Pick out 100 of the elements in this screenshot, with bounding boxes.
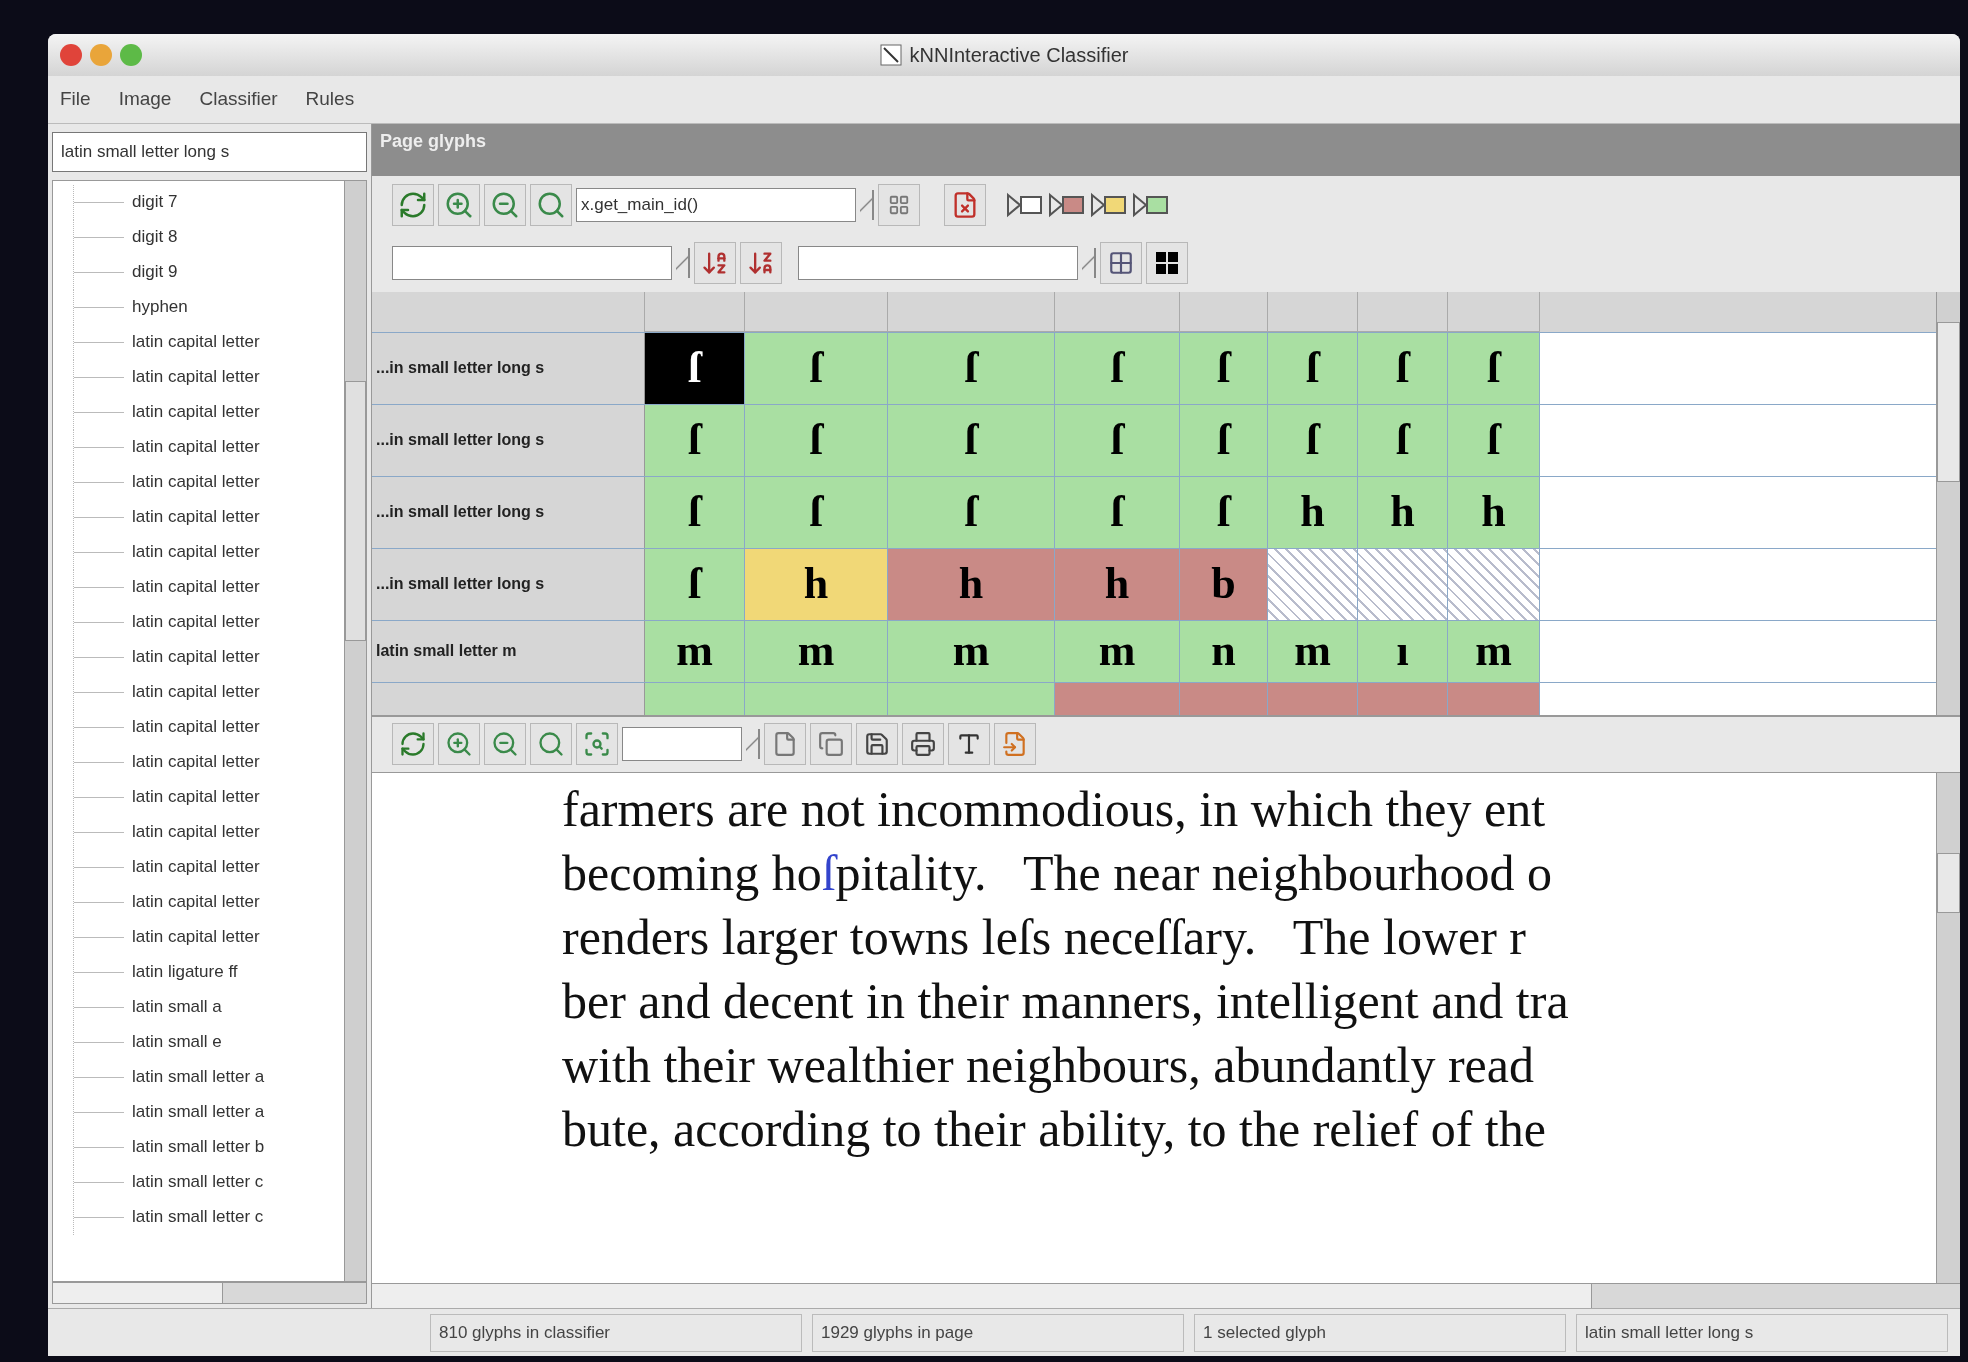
tree-item[interactable]: latin capital letter xyxy=(132,819,260,845)
zoom-field[interactable] xyxy=(622,727,742,762)
tree-item[interactable]: latin ligature ff xyxy=(132,959,238,985)
glyph-cell[interactable]: ſ xyxy=(745,332,888,404)
tree-item[interactable]: latin capital letter xyxy=(132,364,260,390)
glyph-cell[interactable] xyxy=(1358,548,1448,620)
tree-item[interactable]: latin capital letter xyxy=(132,924,260,950)
refresh-icon[interactable] xyxy=(392,183,434,226)
play-box-icon[interactable] xyxy=(1006,190,1044,219)
sort-ascending-icon[interactable] xyxy=(694,241,736,284)
glyph-cell[interactable]: ſ xyxy=(1180,476,1268,548)
tree-item[interactable]: latin capital letter xyxy=(132,469,260,495)
sort-descending-icon[interactable] xyxy=(740,241,782,284)
tree-item[interactable]: latin capital letter xyxy=(132,329,260,355)
tree-item[interactable]: latin capital letter xyxy=(132,504,260,530)
row-header[interactable]: ...in small letter long s xyxy=(372,476,645,548)
zoom-in-icon[interactable] xyxy=(438,723,480,766)
glyph-cell[interactable]: ſ xyxy=(745,476,888,548)
copy-icon[interactable] xyxy=(810,723,852,766)
column-header[interactable] xyxy=(1268,291,1358,332)
glyph-cell[interactable]: ſ xyxy=(1448,404,1540,476)
glyph-cell[interactable]: h xyxy=(888,548,1055,620)
tree-item[interactable]: latin capital letter xyxy=(132,714,260,740)
tree-item[interactable]: digit 7 xyxy=(132,189,178,215)
play-box-icon[interactable] xyxy=(1132,190,1170,219)
column-header[interactable] xyxy=(1358,291,1448,332)
zoom-icon[interactable] xyxy=(120,43,142,66)
tree-item[interactable]: latin capital letter xyxy=(132,889,260,915)
tree-item[interactable]: latin capital letter xyxy=(132,644,260,670)
tree-item[interactable]: latin small letter b xyxy=(132,1134,265,1160)
glyph-cell[interactable]: ſ xyxy=(888,332,1055,404)
class-name-field[interactable]: latin small letter long s xyxy=(52,131,367,172)
glyph-cell[interactable]: h xyxy=(745,548,888,620)
tree-item[interactable]: latin capital letter xyxy=(132,784,260,810)
glyph-cell[interactable] xyxy=(1268,548,1358,620)
tree-item[interactable]: latin capital letter xyxy=(132,679,260,705)
sort-expression-field[interactable]: x.get_main_id() xyxy=(576,187,856,222)
glyph-cell[interactable]: ı xyxy=(1358,620,1448,682)
column-header[interactable] xyxy=(1180,291,1268,332)
column-header[interactable] xyxy=(1448,291,1540,332)
refresh-icon[interactable] xyxy=(392,723,434,766)
glyph-cell[interactable]: ſ xyxy=(1055,476,1180,548)
grid-icon[interactable] xyxy=(1146,241,1188,284)
tree-item[interactable]: latin small letter a xyxy=(132,1064,265,1090)
glyph-cell[interactable] xyxy=(1448,548,1540,620)
glyph-cell[interactable]: ſ xyxy=(1055,404,1180,476)
menu-item[interactable]: Classifier xyxy=(199,84,278,114)
column-header[interactable] xyxy=(1055,291,1180,332)
document-icon[interactable] xyxy=(764,723,806,766)
tree-item[interactable]: latin small letter c xyxy=(132,1169,264,1195)
column-header[interactable] xyxy=(745,291,888,332)
zoom-fit-icon[interactable] xyxy=(576,723,618,766)
vertical-scrollbar[interactable] xyxy=(344,180,366,1282)
glyph-cell[interactable]: m xyxy=(1055,620,1180,682)
menu-item[interactable]: Rules xyxy=(305,84,355,114)
filter-field[interactable] xyxy=(392,245,672,280)
glyph-cell[interactable]: ſ xyxy=(645,404,745,476)
vertical-scrollbar[interactable] xyxy=(1936,291,1960,715)
row-header[interactable]: ...in small letter long s xyxy=(372,404,645,476)
delete-file-icon[interactable] xyxy=(944,183,986,226)
glyph-cell[interactable]: ſ xyxy=(745,404,888,476)
glyph-cell[interactable]: ſ xyxy=(1358,404,1448,476)
printer-icon[interactable] xyxy=(902,723,944,766)
minimize-icon[interactable] xyxy=(90,43,112,66)
glyph-cell[interactable]: h xyxy=(1055,548,1180,620)
glyph-cell[interactable]: m xyxy=(1448,620,1540,682)
font-icon[interactable] xyxy=(948,723,990,766)
glyph-cell[interactable]: m xyxy=(645,620,745,682)
glyph-cell[interactable]: ſ xyxy=(1448,332,1540,404)
search-icon[interactable] xyxy=(530,183,572,226)
glyph-cell[interactable]: b xyxy=(1180,548,1268,620)
glyph-cell[interactable]: h xyxy=(1268,476,1358,548)
zoom-out-icon[interactable] xyxy=(484,183,526,226)
glyph-cell[interactable]: m xyxy=(745,620,888,682)
horizontal-scrollbar[interactable] xyxy=(52,1282,367,1305)
glyph-cell[interactable]: ſ xyxy=(1055,332,1180,404)
glyph-cell[interactable]: ſ xyxy=(645,476,745,548)
search-field[interactable] xyxy=(798,245,1078,280)
glyph-cell[interactable]: n xyxy=(1180,620,1268,682)
menu-item[interactable]: Image xyxy=(118,84,172,114)
glyph-cell[interactable]: ſ xyxy=(645,332,745,404)
horizontal-scrollbar[interactable] xyxy=(372,1283,1960,1309)
glyph-cell[interactable]: ſ xyxy=(1180,404,1268,476)
zoom-in-icon[interactable] xyxy=(438,183,480,226)
tree-item[interactable]: digit 9 xyxy=(132,259,178,285)
menu-item[interactable]: File xyxy=(60,84,91,114)
glyph-cell[interactable]: ſ xyxy=(1268,404,1358,476)
column-header[interactable] xyxy=(888,291,1055,332)
play-box-icon[interactable] xyxy=(1090,190,1128,219)
tree-item[interactable]: latin capital letter xyxy=(132,854,260,880)
tree-item[interactable]: latin small e xyxy=(132,1029,222,1055)
glyph-cell[interactable]: ſ xyxy=(645,548,745,620)
glyph-cell[interactable]: ſ xyxy=(888,476,1055,548)
select-cursor-icon[interactable] xyxy=(1100,241,1142,284)
tree-item[interactable]: latin capital letter xyxy=(132,574,260,600)
tree-item[interactable]: latin capital letter xyxy=(132,609,260,635)
tree-item[interactable]: latin small letter c xyxy=(132,1204,264,1230)
glyph-cell[interactable]: h xyxy=(1448,476,1540,548)
row-header[interactable]: ...in small letter long s xyxy=(372,548,645,620)
glyph-cell[interactable]: m xyxy=(1268,620,1358,682)
